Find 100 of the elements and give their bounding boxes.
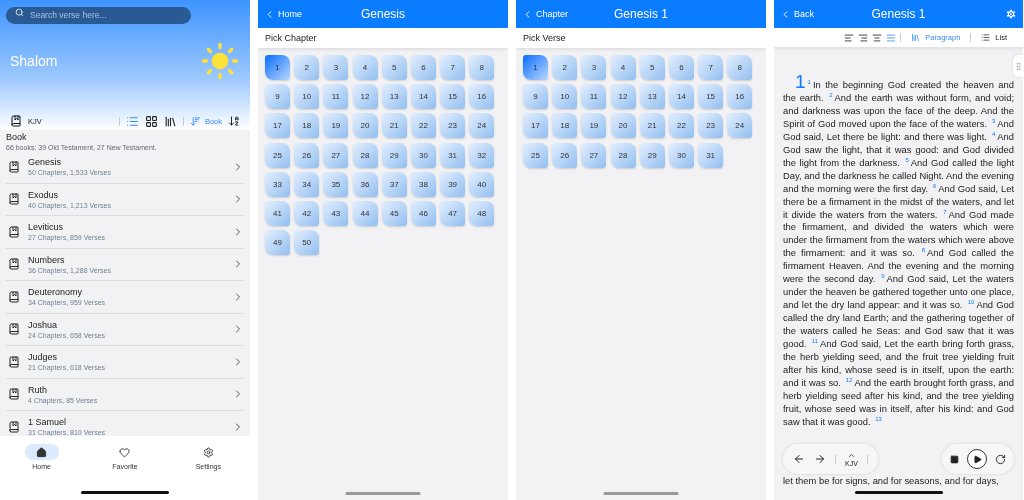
number-tile[interactable]: 37 [381,171,407,197]
number-tile[interactable]: 12 [352,84,378,110]
number-tile[interactable]: 21 [381,113,407,139]
number-tile[interactable]: 10 [294,84,320,110]
number-tile[interactable]: 3 [581,55,607,80]
number-tile[interactable]: 46 [410,200,436,226]
number-tile[interactable]: 28 [610,142,636,168]
number-tile[interactable]: 27 [581,142,607,168]
number-tile[interactable]: 32 [469,142,495,168]
number-tile[interactable]: 7 [698,55,724,80]
number-tile[interactable]: 30 [410,142,436,168]
number-tile[interactable]: 48 [469,200,495,226]
number-tile[interactable]: 5 [639,55,665,80]
number-tile[interactable]: 5 [381,55,407,80]
number-tile[interactable]: 35 [323,171,349,197]
number-tile[interactable]: 44 [352,200,378,226]
number-tile[interactable]: 13 [381,84,407,110]
number-tile[interactable]: 38 [410,171,436,197]
sort-icon [189,115,201,127]
number-tile[interactable]: 19 [323,113,349,139]
number-tile[interactable]: 9 [265,84,290,110]
number-tile[interactable]: 41 [265,200,290,226]
number-tile[interactable]: 47 [440,200,466,226]
number-tile[interactable]: 43 [323,200,349,226]
number-tile[interactable]: 4 [352,55,378,80]
library-view-icon[interactable] [163,114,177,128]
back-button[interactable]: Back [780,8,814,20]
align-center-icon[interactable] [872,32,883,43]
play-button[interactable] [967,449,987,469]
number-tile[interactable]: 7 [440,55,466,80]
number-tile[interactable]: 25 [265,142,290,168]
number-tile[interactable]: 14 [410,84,436,110]
align-left-icon[interactable] [844,32,855,43]
number-tile[interactable]: 27 [323,142,349,168]
number-tile[interactable]: 16 [727,84,753,110]
number-tile[interactable]: 12 [610,84,636,110]
number-tile[interactable]: 24 [727,113,753,139]
number-tile[interactable]: 40 [469,171,495,197]
number-tile[interactable]: 16 [469,84,495,110]
stop-icon[interactable] [950,454,959,464]
number-tile[interactable]: 25 [523,142,548,168]
number-tile[interactable]: 6 [668,55,694,80]
search-field[interactable]: Search verse here... [6,6,191,24]
number-tile[interactable]: 6 [410,55,436,80]
number-tile[interactable]: 31 [698,142,724,168]
number-tile[interactable]: 3 [323,55,349,80]
align-right-icon[interactable] [858,32,869,43]
number-tile[interactable]: 14 [668,84,694,110]
number-tile[interactable]: 18 [294,113,320,139]
drag-handle[interactable] [1013,55,1023,77]
list-view-icon[interactable] [125,114,139,128]
sort-order-icon[interactable] [228,115,240,127]
number-tile[interactable]: 22 [410,113,436,139]
number-tile[interactable]: 17 [523,113,548,139]
number-tile[interactable]: 9 [523,84,548,110]
number-tile[interactable]: 45 [381,200,407,226]
number-tile[interactable]: 13 [639,84,665,110]
number-tile[interactable]: 29 [639,142,665,168]
number-tile[interactable]: 49 [265,230,290,256]
grid-view-icon[interactable] [144,114,158,128]
number-tile[interactable]: 33 [265,171,290,197]
number-tile[interactable]: 8 [727,55,753,80]
number-tile[interactable]: 1 [265,55,290,80]
number-tile[interactable]: 22 [668,113,694,139]
number-tile[interactable]: 17 [265,113,290,139]
number-tile[interactable]: 2 [294,55,320,80]
previous-icon[interactable] [793,453,805,465]
number-tile[interactable]: 20 [352,113,378,139]
number-tile[interactable]: 28 [352,142,378,168]
number-tile[interactable]: 24 [469,113,495,139]
number-tile[interactable]: 4 [610,55,636,80]
number-tile[interactable]: 18 [552,113,578,139]
number-tile[interactable]: 1 [523,55,548,80]
replay-icon[interactable] [995,453,1006,465]
number-tile[interactable]: 34 [294,171,320,197]
number-tile[interactable]: 21 [639,113,665,139]
back-button[interactable]: Home [264,8,302,20]
number-tile[interactable]: 26 [552,142,578,168]
number-tile[interactable]: 11 [581,84,607,110]
back-button[interactable]: Chapter [522,8,569,20]
number-tile[interactable]: 31 [440,142,466,168]
settings-icon[interactable] [1005,8,1017,20]
number-tile[interactable]: 10 [552,84,578,110]
number-tile[interactable]: 23 [440,113,466,139]
number-tile[interactable]: 29 [381,142,407,168]
next-icon[interactable] [814,453,826,465]
number-tile[interactable]: 36 [352,171,378,197]
number-tile[interactable]: 11 [323,84,349,110]
number-tile[interactable]: 8 [469,55,495,80]
number-tile[interactable]: 50 [294,230,320,256]
number-tile[interactable]: 2 [552,55,578,80]
number-tile[interactable]: 30 [668,142,694,168]
number-tile[interactable]: 39 [440,171,466,197]
number-tile[interactable]: 23 [698,113,724,139]
number-tile[interactable]: 19 [581,113,607,139]
number-tile[interactable]: 15 [698,84,724,110]
number-tile[interactable]: 26 [294,142,320,168]
number-tile[interactable]: 15 [440,84,466,110]
number-tile[interactable]: 42 [294,200,320,226]
number-tile[interactable]: 20 [610,113,636,139]
